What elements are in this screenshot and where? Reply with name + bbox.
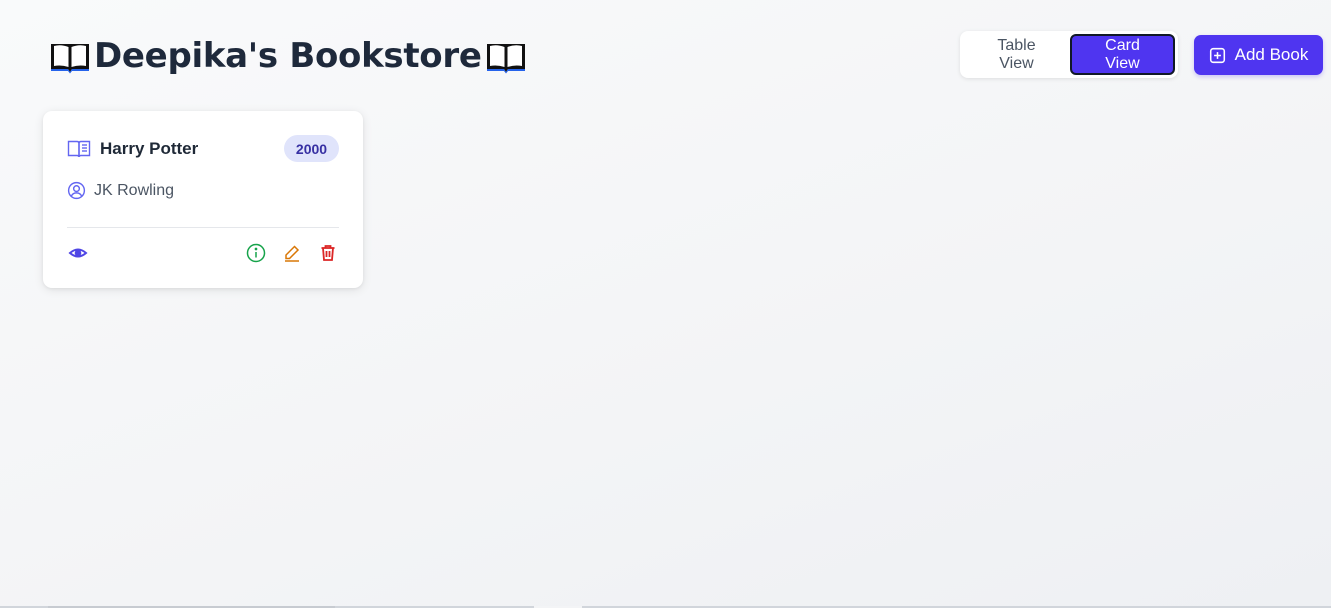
book-author: JK Rowling: [94, 181, 175, 199]
book-author-row: JK Rowling: [67, 181, 174, 200]
page-header: Deepika's Bookstore Table View Card View…: [0, 0, 1331, 100]
plus-square-icon: [1209, 47, 1226, 64]
page-title-text: Deepika's Bookstore: [94, 36, 482, 76]
card-actions: [67, 242, 339, 266]
add-book-button[interactable]: Add Book: [1194, 35, 1323, 75]
user-circle-icon: [67, 181, 86, 200]
view-toggle: Table View Card View: [960, 31, 1178, 78]
card-divider: [67, 227, 339, 228]
open-book-emoji-icon: [484, 38, 528, 74]
add-book-label: Add Book: [1234, 45, 1309, 64]
book-open-icon: [67, 139, 91, 159]
book-title: Harry Potter: [100, 139, 199, 158]
edit-pencil-icon[interactable]: [281, 242, 303, 264]
page-title: Deepika's Bookstore: [46, 36, 530, 76]
card-view-button[interactable]: Card View: [1070, 34, 1175, 75]
table-view-button[interactable]: Table View: [963, 34, 1070, 75]
delete-trash-icon[interactable]: [317, 242, 339, 264]
book-card: Harry Potter 2000 JK Rowling: [43, 111, 363, 288]
info-circle-icon[interactable]: [245, 242, 267, 264]
book-card-header: Harry Potter 2000: [67, 135, 339, 163]
year-badge: 2000: [284, 135, 339, 162]
view-eye-icon[interactable]: [67, 242, 89, 264]
open-book-emoji-icon: [48, 38, 92, 74]
